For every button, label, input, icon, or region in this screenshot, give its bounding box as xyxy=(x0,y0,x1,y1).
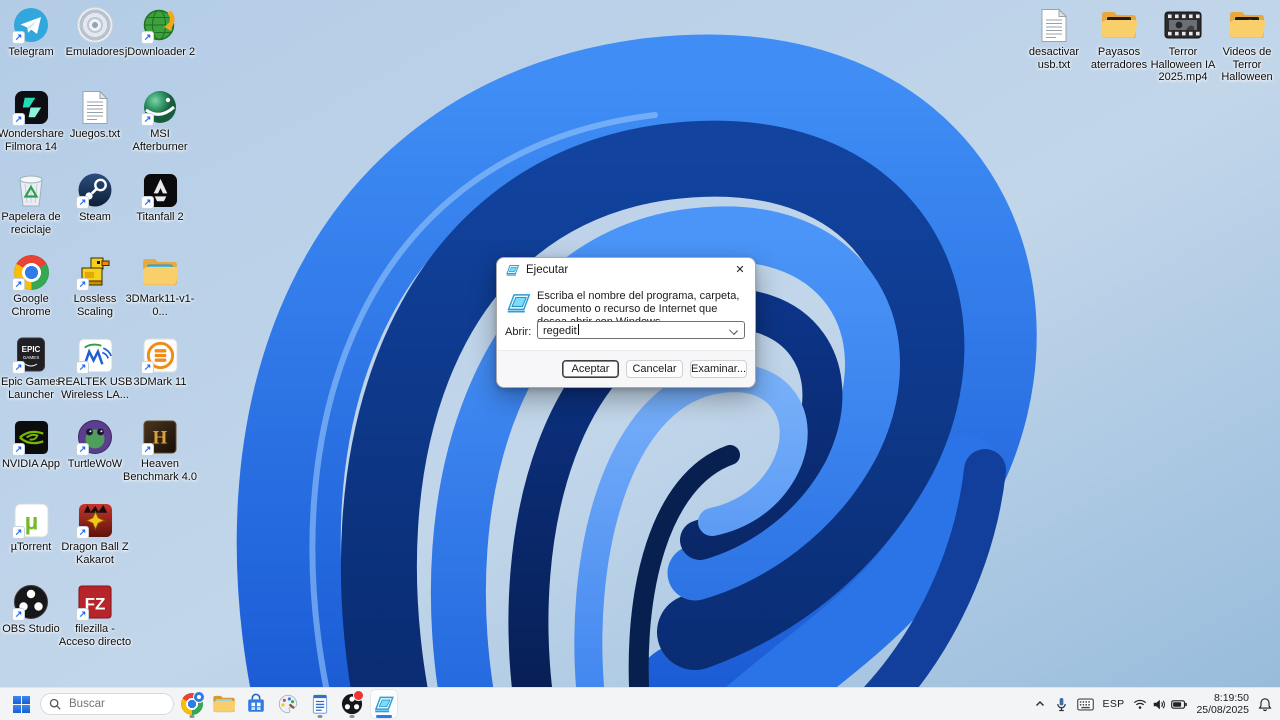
chevron-down-icon[interactable] xyxy=(729,326,738,335)
taskbar-app-notepad[interactable] xyxy=(306,689,334,719)
svg-text:H: H xyxy=(153,428,168,449)
text-document-icon xyxy=(82,89,109,124)
cancel-button[interactable]: Cancelar xyxy=(626,360,683,378)
browse-button[interactable]: Examinar... xyxy=(690,360,747,378)
svg-text:EPIC: EPIC xyxy=(22,345,41,354)
microsoft-store-icon xyxy=(248,693,264,712)
run-dialog-titlebar[interactable]: Ejecutar ✕ xyxy=(497,258,755,281)
windows-logo-icon xyxy=(12,695,30,713)
paint-palette-icon xyxy=(278,694,298,714)
folder-dark-media-icon xyxy=(1230,12,1266,38)
keyboard-icon xyxy=(1076,698,1094,710)
desktop-icon-titanfall2[interactable]: ↗ Titanfall 2 xyxy=(122,171,198,224)
close-icon[interactable]: ✕ xyxy=(725,259,755,280)
open-input[interactable]: regedit xyxy=(537,321,745,339)
hidden-icons-chevron[interactable] xyxy=(1030,691,1050,717)
battery-icon xyxy=(1171,699,1188,709)
language-indicator[interactable]: ESP xyxy=(1099,691,1129,717)
shortcut-arrow-icon: ↗ xyxy=(12,31,25,44)
search-icon xyxy=(49,698,61,710)
quick-settings-button[interactable] xyxy=(1129,691,1191,717)
svg-text:µ: µ xyxy=(24,508,37,534)
file-explorer-icon xyxy=(213,695,236,713)
microphone-icon xyxy=(1056,697,1066,711)
taskbar-app-chrome[interactable] xyxy=(178,689,206,719)
text-caret xyxy=(577,324,579,335)
chrome-profile-badge xyxy=(193,691,205,703)
open-input-value: regedit xyxy=(543,325,577,337)
chevron-up-icon xyxy=(1035,700,1044,707)
taskbar-app-obs[interactable] xyxy=(338,689,366,719)
volume-icon xyxy=(1154,699,1166,709)
wifi-icon xyxy=(1134,699,1147,709)
desktop-icon-jdownloader[interactable]: ↗ jDownloader 2 xyxy=(122,6,198,59)
svg-text:GAMES: GAMES xyxy=(23,355,40,360)
touch-keyboard-button[interactable] xyxy=(1073,691,1098,717)
desktop-icon-3dmark11[interactable]: ↗ 3DMark 11 xyxy=(122,336,198,389)
desktop-icon-msi-afterburner[interactable]: ↗ MSI Afterburner xyxy=(122,88,198,153)
dialog-title: Ejecutar xyxy=(526,263,569,276)
notifications-button[interactable] xyxy=(1254,691,1276,717)
desktop-icon-label: Telegram xyxy=(8,46,54,58)
ok-button[interactable]: Aceptar xyxy=(562,360,619,378)
clock[interactable]: 8:19:50 25/08/2025 xyxy=(1192,691,1253,717)
run-icon xyxy=(506,264,520,276)
cd-disc-icon xyxy=(77,7,113,43)
notepad-icon xyxy=(312,694,328,714)
tray-date: 25/08/2025 xyxy=(1196,704,1249,716)
desktop-icon-heaven[interactable]: H ↗ Heaven Benchmark 4.0 xyxy=(122,418,198,483)
open-label: Abrir: xyxy=(505,326,532,338)
run-dialog: Ejecutar ✕ Escriba el nombre del program… xyxy=(496,257,756,388)
dialog-footer: Aceptar Cancelar Examinar... xyxy=(497,350,755,387)
bell-icon xyxy=(1258,697,1272,711)
tray-time: 8:19:50 xyxy=(1213,692,1249,704)
recording-badge xyxy=(353,690,364,701)
desktop-icon-videos-terror-folder[interactable]: Videos de Terror Halloween xyxy=(1209,6,1280,84)
desktop-icon-3dmark11-folder[interactable]: 3DMark11-v1-0... xyxy=(122,253,198,318)
taskbar-app-file-explorer[interactable] xyxy=(210,689,238,719)
desktop-icon-dbz-kakarot[interactable]: ↗ Dragon Ball Z Kakarot xyxy=(57,501,133,566)
taskbar-app-run-dialog[interactable] xyxy=(370,689,398,719)
run-icon xyxy=(374,696,394,713)
folder-dark-media-icon xyxy=(1102,12,1138,38)
recycle-bin-icon xyxy=(19,175,43,207)
folder-blue-file-icon xyxy=(143,259,179,285)
taskbar: ESP 8:19:50 25/08/2025 xyxy=(0,687,1280,720)
microphone-tray-button[interactable] xyxy=(1051,691,1072,717)
desktop-screen: ↗ Telegram Emuladores ↗ jDownloader 2 ↗ … xyxy=(0,0,1280,720)
start-button[interactable] xyxy=(6,690,36,718)
run-icon-large xyxy=(505,292,532,317)
taskbar-search[interactable] xyxy=(40,693,174,715)
text-document-icon xyxy=(1041,7,1068,42)
desktop-icon-filezilla[interactable]: FZ ↗ filezilla - Acceso directo xyxy=(57,583,133,648)
filmstrip-icon xyxy=(1164,11,1202,39)
taskbar-app-microsoft-store[interactable] xyxy=(242,689,270,719)
search-input[interactable] xyxy=(67,697,161,711)
taskbar-app-paint[interactable] xyxy=(274,689,302,719)
